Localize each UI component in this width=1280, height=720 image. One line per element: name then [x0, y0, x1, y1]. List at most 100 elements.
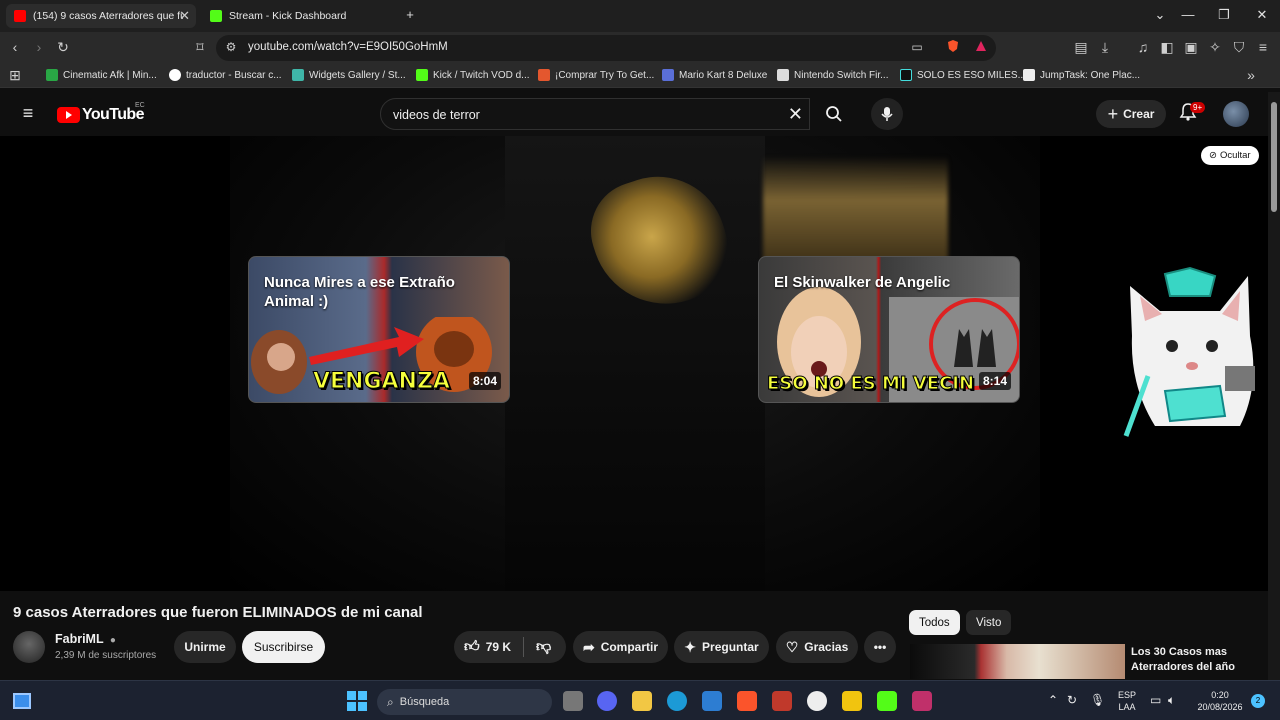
app-icon-pink[interactable] — [912, 691, 932, 711]
more-bookmarks-icon[interactable]: » — [1242, 67, 1260, 83]
maximize-icon[interactable]: ❐ — [1214, 7, 1234, 23]
join-button[interactable]: Unirme — [174, 631, 236, 663]
reading-list-icon[interactable]: ▤ — [1072, 39, 1090, 56]
brave-rewards-icon[interactable] — [972, 39, 990, 56]
tab-kick-dashboard[interactable]: Stream - Kick Dashboard — [202, 4, 392, 28]
wallet-icon[interactable]: ▣ — [1182, 39, 1200, 56]
channel-avatar[interactable] — [13, 631, 45, 663]
notification-badge: 9+ — [1190, 102, 1206, 113]
endcard-duration: 8:04 — [468, 372, 501, 390]
channel-name[interactable]: FabriML ● — [55, 632, 116, 646]
bookmark-item[interactable]: Widgets Gallery / St... — [292, 69, 406, 81]
bookmark-item[interactable]: ¡Comprar Try To Get... — [538, 69, 654, 81]
app-icon-white[interactable] — [807, 691, 827, 711]
media-icon[interactable]: ♫ — [1134, 39, 1152, 55]
clock[interactable]: 0:20 20/08/2026 — [1190, 689, 1250, 713]
site-info-icon[interactable]: ⚙ — [222, 40, 240, 54]
thanks-button[interactable]: ♡ Gracias — [776, 631, 858, 663]
dislike-button[interactable]: 👎︎ — [536, 638, 551, 656]
subscribe-button[interactable]: Suscribirse — [242, 631, 325, 663]
close-tab-icon[interactable]: ✕ — [179, 8, 190, 24]
voice-search-button[interactable] — [871, 98, 903, 130]
network-icon[interactable]: ▭ — [1150, 693, 1161, 707]
input-language[interactable]: ESP LAA — [1114, 689, 1140, 713]
apps-grid-icon[interactable]: ⊞ — [6, 67, 24, 84]
endcard-video-2[interactable]: El Skinwalker de Angelic ESO NO ES MI VE… — [758, 256, 1020, 403]
hamburger-menu-icon[interactable]: ≡ — [19, 103, 37, 124]
leo-ai-icon[interactable]: ✧ — [1206, 39, 1224, 56]
create-button[interactable]: + Crear — [1096, 100, 1166, 128]
cast-icon[interactable]: ▭ — [908, 40, 926, 54]
chip-visto[interactable]: Visto — [966, 610, 1012, 635]
search-input[interactable]: videos de terror ✕ — [380, 98, 810, 130]
edge-icon[interactable] — [667, 691, 687, 711]
country-code: EC — [135, 102, 145, 109]
avatar[interactable] — [1223, 101, 1249, 127]
url-text: youtube.com/watch?v=E9OI50GoHmM — [248, 41, 448, 53]
recommended-thumbnail[interactable] — [910, 644, 1125, 679]
subscriber-count: 2,39 M de suscriptores — [55, 650, 157, 661]
chip-todos[interactable]: Todos — [909, 610, 960, 635]
tray-chevron-icon[interactable]: ⌃ — [1048, 693, 1058, 707]
discord-icon[interactable] — [597, 691, 617, 711]
notification-count[interactable]: 2 — [1251, 694, 1265, 708]
close-window-icon[interactable]: ✕ — [1252, 7, 1272, 23]
app-icon-green[interactable] — [877, 691, 897, 711]
file-explorer-icon[interactable] — [632, 691, 652, 711]
brave-icon[interactable] — [737, 691, 757, 711]
bookmark-favicon-icon — [900, 69, 912, 81]
search-button[interactable] — [810, 98, 858, 130]
tray-sync-icon[interactable]: ↻ — [1067, 693, 1077, 707]
microsoft-store-icon[interactable] — [702, 691, 722, 711]
video-player[interactable]: ⊘ Ocultar Nunca Mires a ese Extraño Anim… — [0, 136, 1268, 591]
clear-search-icon[interactable]: ✕ — [788, 104, 803, 125]
page-scrollbar[interactable] — [1268, 92, 1280, 680]
app-icon-yellow[interactable] — [842, 691, 862, 711]
back-icon[interactable]: ‹ — [6, 39, 24, 55]
address-bar[interactable]: ⚙ youtube.com/watch?v=E9OI50GoHmM ▭ — [216, 35, 996, 61]
bookmark-item[interactable]: Cinematic Afk | Min... — [46, 69, 157, 81]
task-view-icon[interactable] — [563, 691, 583, 711]
taskbar-search-input[interactable]: ⌕ Búsqueda — [377, 689, 552, 715]
like-button[interactable]: 👍︎ 79 K — [464, 638, 511, 656]
tray-mic-icon[interactable]: 🎙︎ — [1090, 693, 1105, 707]
widgets-icon[interactable] — [13, 693, 31, 709]
recommended-title[interactable]: Los 30 Casos mas Aterradores del año — [1131, 645, 1261, 675]
divider — [523, 637, 525, 657]
bookmark-item[interactable]: JumpTask: One Plac... — [1023, 69, 1140, 81]
download-icon[interactable]: ⤓ — [1096, 39, 1114, 56]
new-tab-icon[interactable]: + — [400, 7, 420, 22]
scrollbar-thumb[interactable] — [1271, 102, 1277, 212]
volume-icon[interactable]: 🔈︎ — [1168, 693, 1175, 708]
tab-youtube[interactable]: (154) 9 casos Aterradores que fu ✕ — [6, 4, 196, 28]
more-actions-button[interactable]: ••• — [864, 631, 896, 663]
app-icon-red[interactable] — [772, 691, 792, 711]
bookmark-icon[interactable]: ⌑ — [191, 39, 209, 56]
windows-start-icon[interactable] — [347, 691, 367, 716]
bookmark-item[interactable]: Kick / Twitch VOD d... — [416, 69, 530, 81]
bookmark-favicon-icon — [538, 69, 550, 81]
youtube-logo[interactable]: YouTube — [57, 106, 144, 124]
bookmark-item[interactable]: Nintendo Switch Fir... — [777, 69, 888, 81]
kick-favicon-icon — [416, 69, 428, 81]
plus-icon: + — [1107, 103, 1119, 124]
share-button[interactable]: ➦ Compartir — [573, 631, 668, 663]
kick-favicon-icon — [210, 10, 222, 22]
endcard-video-1[interactable]: Nunca Mires a ese Extraño Animal :) VENG… — [248, 256, 510, 403]
verified-icon: ● — [109, 635, 116, 646]
bookmark-favicon-icon — [292, 69, 304, 81]
vpn-icon[interactable]: ⛉ — [1230, 39, 1248, 56]
youtube-play-icon — [57, 107, 80, 123]
ask-button[interactable]: ✦ Preguntar — [674, 631, 769, 663]
bookmark-item[interactable]: traductor - Buscar c... — [169, 69, 282, 81]
reload-icon[interactable]: ↻ — [54, 39, 72, 56]
minimize-icon[interactable]: — — [1178, 7, 1198, 22]
bookmark-item[interactable]: SOLO ES ESO MILES... — [900, 69, 1026, 81]
hide-endcards-button[interactable]: ⊘ Ocultar — [1201, 146, 1259, 165]
menu-icon[interactable]: ≡ — [1254, 39, 1272, 55]
brave-shield-icon[interactable] — [944, 39, 962, 56]
bookmark-item[interactable]: Mario Kart 8 Deluxe — [662, 69, 767, 81]
forward-icon[interactable]: › — [30, 39, 48, 55]
tab-list-chevron-icon[interactable]: ⌄ — [1150, 7, 1170, 23]
sidebar-icon[interactable]: ◧ — [1158, 39, 1176, 56]
